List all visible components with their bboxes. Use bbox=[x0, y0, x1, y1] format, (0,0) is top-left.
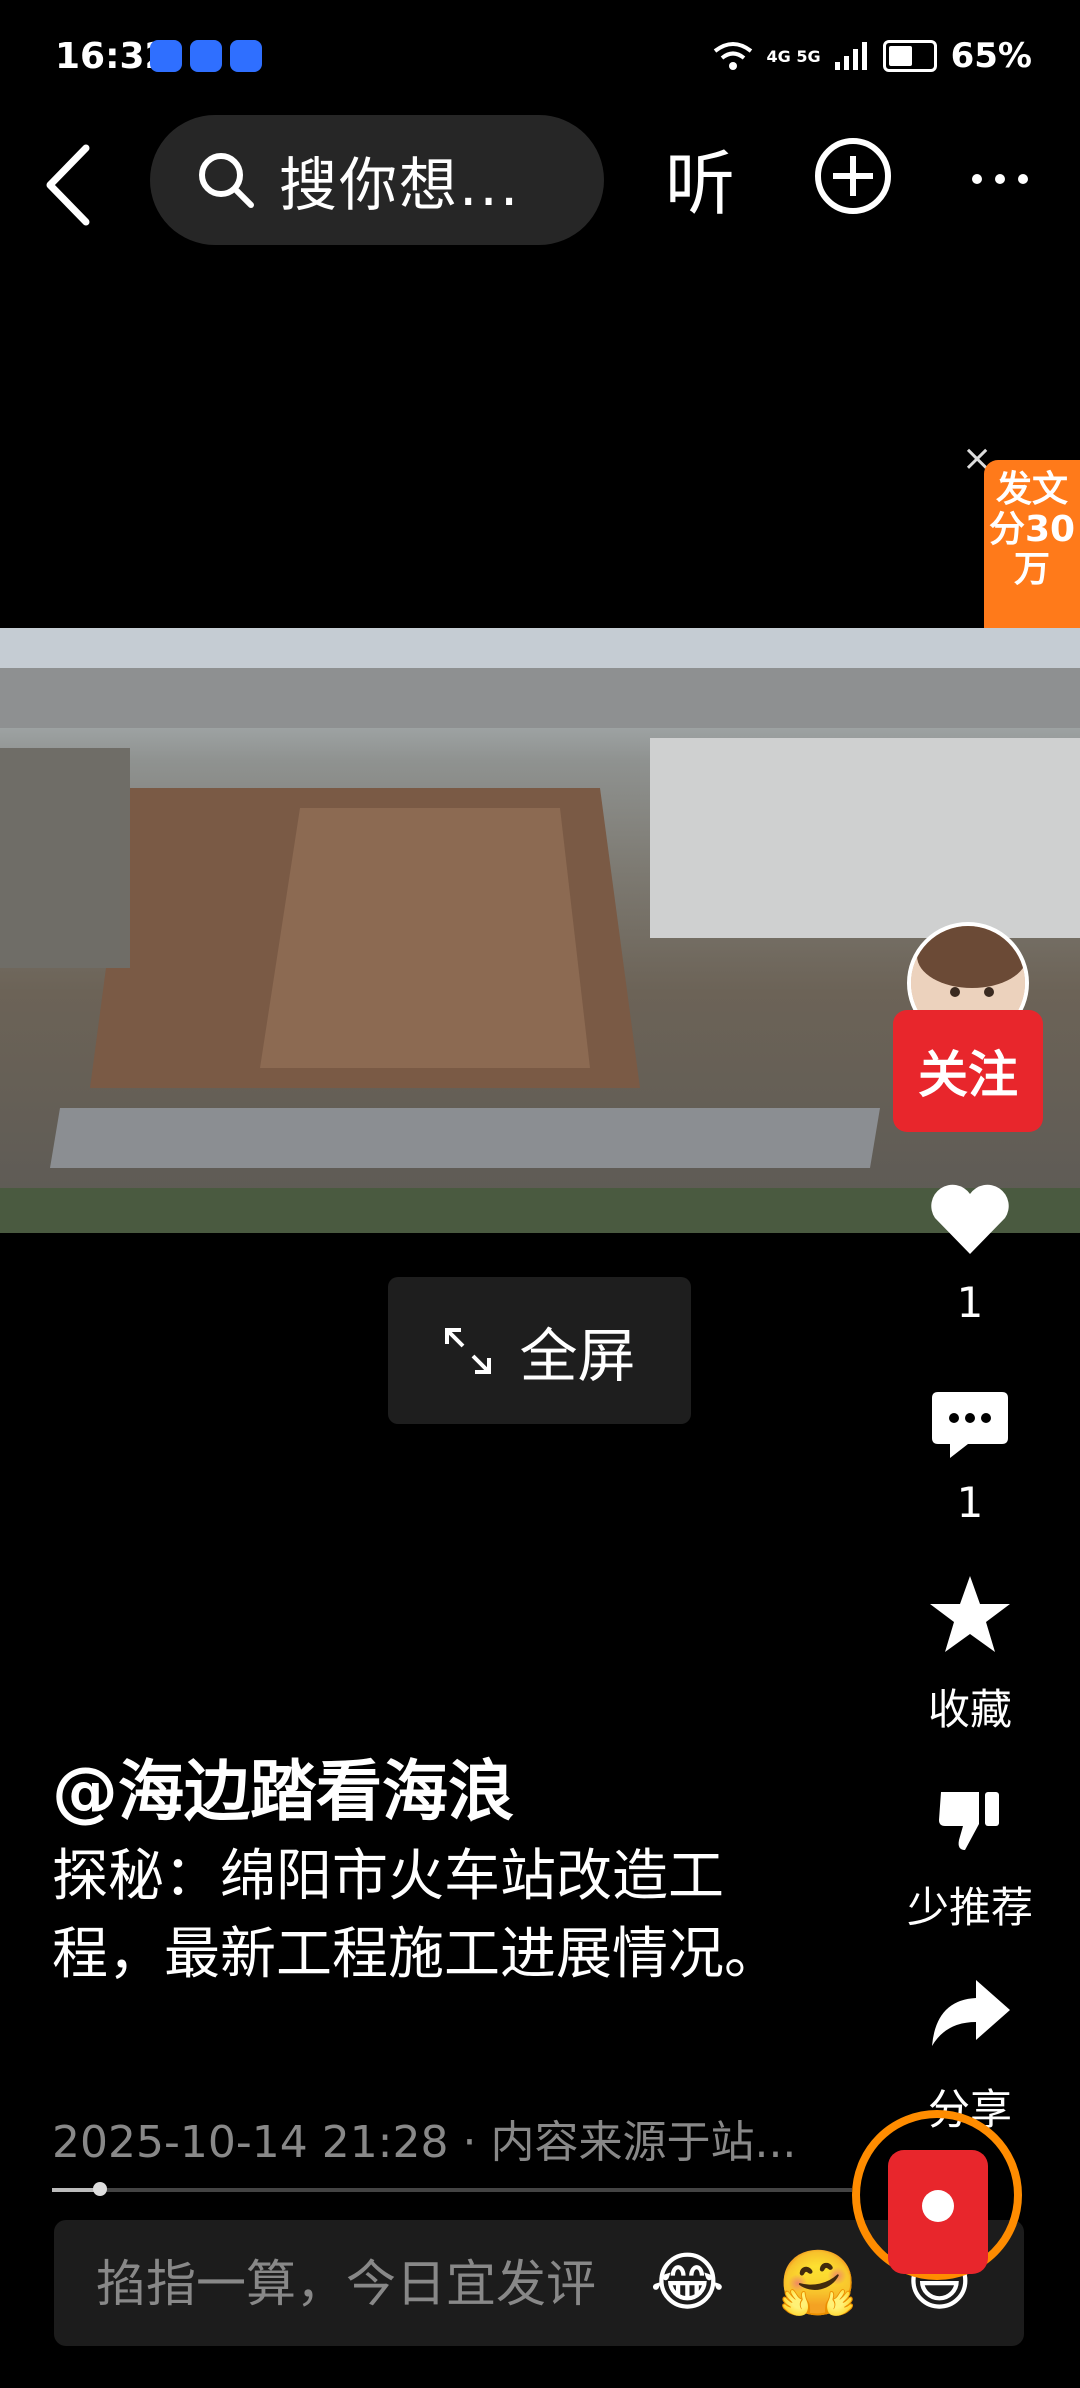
comment-button[interactable] bbox=[890, 1388, 1050, 1466]
status-indicators: 4G 5G 65% bbox=[713, 36, 1032, 76]
share-icon bbox=[932, 1980, 1010, 2046]
battery-fill bbox=[888, 46, 912, 66]
post-meta: 2025-10-14 21:28 · 内容来源于站... bbox=[52, 2117, 797, 2168]
listen-button[interactable]: 听 bbox=[665, 128, 735, 229]
expand-icon bbox=[445, 1327, 492, 1374]
fullscreen-button[interactable]: 全屏 bbox=[388, 1277, 691, 1424]
app-notification-icon bbox=[150, 40, 182, 72]
fullscreen-label: 全屏 bbox=[519, 1321, 636, 1390]
progress-knob[interactable] bbox=[93, 2182, 107, 2196]
app-notification-icon bbox=[190, 40, 222, 72]
thumbs-down-icon bbox=[939, 1792, 999, 1850]
emoji-hug[interactable]: 🤗 bbox=[778, 2246, 858, 2321]
comment-input[interactable] bbox=[94, 2240, 658, 2328]
video-progress-bar[interactable] bbox=[52, 2182, 852, 2196]
app-notification-icon bbox=[230, 40, 262, 72]
red-packet-icon[interactable] bbox=[888, 2150, 988, 2274]
favorite-button[interactable] bbox=[890, 1574, 1050, 1658]
like-button[interactable] bbox=[890, 1182, 1050, 1260]
video-frame bbox=[0, 628, 1080, 1233]
video-player[interactable] bbox=[0, 628, 1080, 1233]
post-description[interactable]: 探秘：绵阳市火车站改造工程，最新工程施工进展情况。 bbox=[52, 1838, 782, 1994]
share-button[interactable] bbox=[890, 1978, 1050, 2052]
more-icon[interactable] bbox=[970, 172, 1030, 186]
red-packet-coin bbox=[922, 2190, 954, 2222]
follow-button[interactable]: 关注 bbox=[893, 1010, 1043, 1132]
network-type: 4G 5G bbox=[766, 46, 821, 66]
favorite-label: 收藏 bbox=[927, 1685, 1012, 1734]
battery-percent: 65% bbox=[950, 36, 1032, 76]
like-count: 1 bbox=[956, 1278, 984, 1327]
status-notification-icons bbox=[150, 40, 262, 72]
heart-icon bbox=[931, 1184, 1009, 1254]
comment-icon bbox=[932, 1392, 1008, 1458]
add-icon[interactable] bbox=[813, 136, 893, 216]
signal-icon bbox=[834, 42, 867, 70]
battery-icon bbox=[882, 40, 937, 72]
star-icon bbox=[930, 1576, 1010, 1652]
search-bar[interactable]: 搜你想... bbox=[150, 115, 604, 245]
emoji-laugh-cry[interactable]: 😂 bbox=[650, 2246, 725, 2320]
search-icon bbox=[199, 153, 254, 208]
less-recommend-button[interactable] bbox=[890, 1784, 1050, 1858]
author-name[interactable]: @海边踏看海浪 bbox=[52, 1738, 514, 1834]
search-placeholder: 搜你想... bbox=[279, 151, 521, 219]
comment-count: 1 bbox=[956, 1478, 984, 1527]
back-icon[interactable] bbox=[38, 140, 98, 230]
less-recommend-label: 少推荐 bbox=[906, 1883, 1033, 1932]
wifi-icon bbox=[713, 42, 752, 70]
